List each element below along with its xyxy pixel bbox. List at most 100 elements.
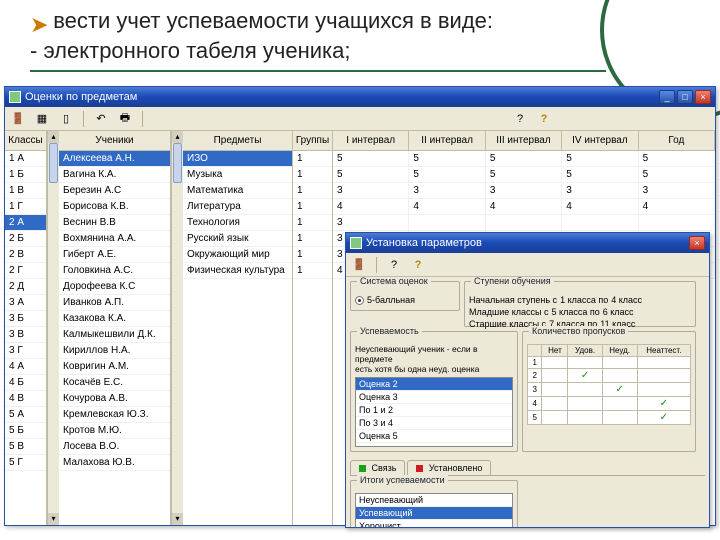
group-row[interactable]: 1 <box>293 183 332 199</box>
grade-row[interactable]: 33333 <box>333 183 715 199</box>
class-row[interactable]: 3 В <box>5 327 46 343</box>
group-row[interactable]: 1 <box>293 263 332 279</box>
absence-cell[interactable]: ✓ <box>637 411 690 425</box>
absence-cell[interactable] <box>602 357 637 369</box>
class-row[interactable]: 2 Д <box>5 279 46 295</box>
absence-cell[interactable] <box>568 383 602 397</box>
absence-grid[interactable]: НетУдов.Неуд.Неаттест.12✓3✓4✓5✓ <box>527 344 691 425</box>
absence-cell[interactable] <box>568 397 602 411</box>
absence-cell[interactable]: 1 <box>528 357 542 369</box>
grade-cell[interactable]: 5 <box>409 167 485 182</box>
class-row[interactable]: 5 Б <box>5 423 46 439</box>
maximize-button[interactable]: □ <box>677 90 693 104</box>
absence-cell[interactable] <box>637 357 690 369</box>
grid-icon[interactable]: ▦ <box>33 110 51 128</box>
classes-scrollbar[interactable]: ▴ ▾ <box>47 131 59 525</box>
student-row[interactable]: Березин А.С <box>59 183 170 199</box>
help-icon[interactable]: ? <box>385 256 403 274</box>
student-row[interactable]: Лосева В.О. <box>59 439 170 455</box>
student-row[interactable]: Калмыкешвили Д.К. <box>59 327 170 343</box>
student-row[interactable]: Дорофеева К.С <box>59 279 170 295</box>
class-row[interactable]: 5 Г <box>5 455 46 471</box>
class-row[interactable]: 2 Г <box>5 263 46 279</box>
student-row[interactable]: Казакова К.А. <box>59 311 170 327</box>
grade-cell[interactable] <box>562 215 638 230</box>
student-row[interactable]: Кремлевская Ю.З. <box>59 407 170 423</box>
class-row[interactable]: 4 В <box>5 391 46 407</box>
grade-cell[interactable]: 5 <box>409 151 485 166</box>
subject-row[interactable]: ИЗО <box>183 151 292 167</box>
subject-row[interactable]: Физическая культура <box>183 263 292 279</box>
exit-icon[interactable]: 🚪 <box>9 110 27 128</box>
student-row[interactable]: Косачёв Е.С. <box>59 375 170 391</box>
class-row[interactable]: 4 Б <box>5 375 46 391</box>
progress-list[interactable]: Оценка 2Оценка 3По 1 и 2По 3 и 4Оценка 5 <box>355 377 513 447</box>
class-row[interactable]: 3 Г <box>5 343 46 359</box>
student-row[interactable]: Головкина А.С. <box>59 263 170 279</box>
subject-row[interactable]: Литература <box>183 199 292 215</box>
grade-cell[interactable]: 4 <box>486 199 562 214</box>
grade-row[interactable]: 55555 <box>333 151 715 167</box>
grade-cell[interactable]: 5 <box>333 151 409 166</box>
students-list[interactable]: Алексеева А.Н.Вагина К.А.Березин А.СБори… <box>59 151 170 525</box>
class-row[interactable]: 3 А <box>5 295 46 311</box>
grade-cell[interactable]: 5 <box>486 151 562 166</box>
scroll-down-icon[interactable]: ▾ <box>48 513 59 525</box>
params-titlebar[interactable]: Установка параметров × <box>346 233 709 253</box>
grade-cell[interactable]: 3 <box>486 183 562 198</box>
grade-cell[interactable]: 3 <box>409 183 485 198</box>
grades-titlebar[interactable]: Оценки по предметам _ □ × <box>5 87 715 107</box>
class-row[interactable]: 5 В <box>5 439 46 455</box>
absence-cell[interactable] <box>542 369 568 383</box>
info-icon[interactable]: ? <box>409 256 427 274</box>
class-row[interactable]: 2 А <box>5 215 46 231</box>
close-button[interactable]: × <box>695 90 711 104</box>
group-row[interactable]: 1 <box>293 199 332 215</box>
totals-option[interactable]: Успевающий <box>356 507 512 520</box>
grade-cell[interactable] <box>639 215 715 230</box>
scroll-up-icon[interactable]: ▴ <box>48 131 59 143</box>
grade-cell[interactable]: 5 <box>639 167 715 182</box>
grade-cell[interactable]: 5 <box>562 167 638 182</box>
subjects-list[interactable]: ИЗОМузыкаМатематикаЛитератураТехнологияР… <box>183 151 292 525</box>
absence-cell[interactable] <box>568 411 602 425</box>
student-row[interactable]: Вагина К.А. <box>59 167 170 183</box>
class-row[interactable]: 1 Б <box>5 167 46 183</box>
subject-row[interactable]: Окружающий мир <box>183 247 292 263</box>
grade-cell[interactable]: 3 <box>639 183 715 198</box>
class-row[interactable]: 4 А <box>5 359 46 375</box>
student-row[interactable]: Кириллов Н.А. <box>59 343 170 359</box>
totals-option[interactable]: Хорошист <box>356 520 512 527</box>
student-row[interactable]: Борисова К.В. <box>59 199 170 215</box>
student-row[interactable]: Ковригин А.М. <box>59 359 170 375</box>
absence-cell[interactable]: ✓ <box>568 369 602 383</box>
progress-option[interactable]: По 1 и 2 <box>356 404 512 417</box>
class-row[interactable]: 3 Б <box>5 311 46 327</box>
student-row[interactable]: Гиберт А.Е. <box>59 247 170 263</box>
absence-cell[interactable]: 5 <box>528 411 542 425</box>
group-row[interactable]: 1 <box>293 167 332 183</box>
student-row[interactable]: Кочурова А.В. <box>59 391 170 407</box>
class-row[interactable]: 1 В <box>5 183 46 199</box>
subject-row[interactable]: Музыка <box>183 167 292 183</box>
progress-option[interactable]: Оценка 5 <box>356 430 512 443</box>
class-row[interactable]: 2 В <box>5 247 46 263</box>
grade-cell[interactable]: 4 <box>409 199 485 214</box>
group-row[interactable]: 1 <box>293 231 332 247</box>
class-row[interactable]: 1 А <box>5 151 46 167</box>
grade-cell[interactable]: 5 <box>333 167 409 182</box>
close-button[interactable]: × <box>689 236 705 250</box>
grade-cell[interactable]: 4 <box>639 199 715 214</box>
groups-list[interactable]: 11111111 <box>293 151 332 525</box>
scroll-up-icon[interactable]: ▴ <box>172 131 183 143</box>
grade-cell[interactable]: 5 <box>562 151 638 166</box>
exit-icon[interactable]: 🚪 <box>350 256 368 274</box>
help-icon[interactable]: ? <box>511 110 529 128</box>
minimize-button[interactable]: _ <box>659 90 675 104</box>
grade-row[interactable]: 55555 <box>333 167 715 183</box>
grade-cell[interactable]: 3 <box>562 183 638 198</box>
absence-cell[interactable] <box>637 369 690 383</box>
student-row[interactable]: Кротов М.Ю. <box>59 423 170 439</box>
absence-cell[interactable]: 4 <box>528 397 542 411</box>
class-row[interactable]: 2 Б <box>5 231 46 247</box>
